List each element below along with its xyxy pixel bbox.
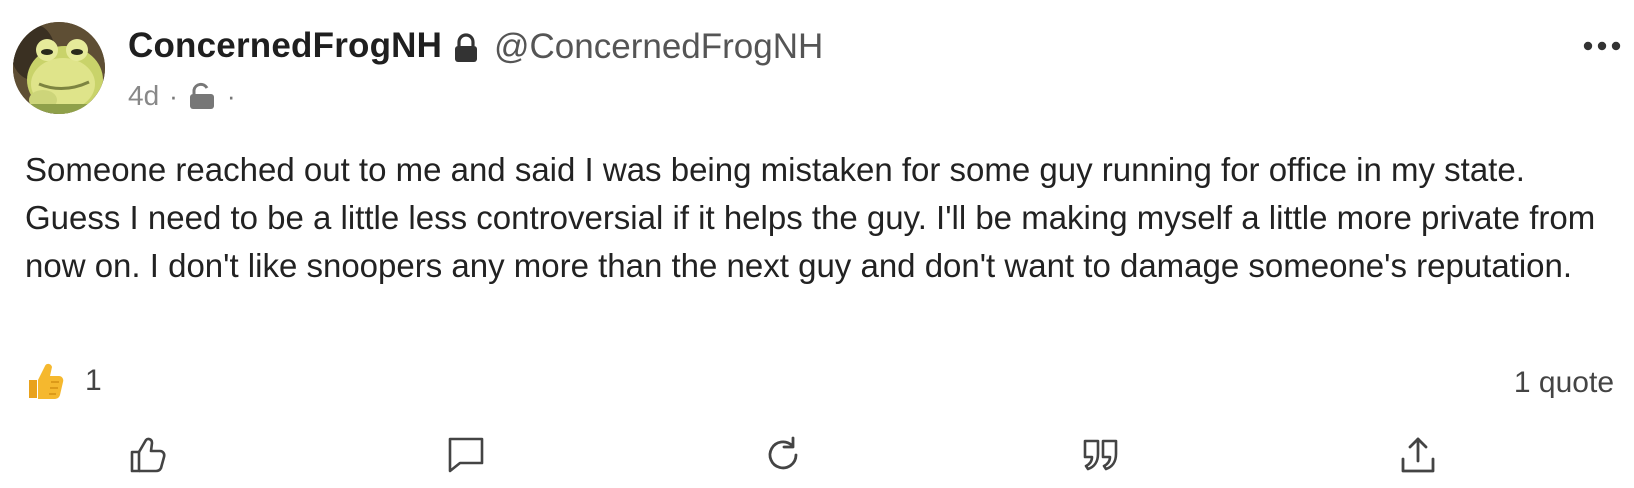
quote-icon — [1083, 439, 1118, 471]
share-button[interactable] — [1393, 430, 1443, 480]
post-card: ConcernedFrogNH @ConcernedFrogNH 4d · · … — [0, 0, 1634, 488]
author-display-name[interactable]: ConcernedFrogNH — [128, 26, 442, 66]
unlock-icon — [187, 81, 217, 111]
action-bar — [0, 430, 1634, 480]
comment-icon — [448, 437, 484, 473]
quote-button[interactable] — [1076, 430, 1126, 480]
meta-separator: · — [169, 80, 178, 111]
post-content: Someone reached out to me and said I was… — [25, 151, 1596, 284]
reaction-count: 1 — [85, 364, 102, 397]
meta-separator-trailing: · — [226, 80, 236, 111]
more-options-button[interactable] — [1580, 34, 1624, 58]
frog-avatar[interactable] — [13, 22, 105, 114]
repost-icon — [768, 436, 798, 470]
reaction-summary[interactable]: 1 — [25, 360, 102, 402]
reply-button[interactable] — [441, 430, 491, 480]
author-handle[interactable]: @ConcernedFrogNH — [494, 27, 823, 67]
lock-icon — [453, 33, 479, 63]
repost-button[interactable] — [758, 430, 808, 480]
thumbs-up-outline-icon — [130, 437, 166, 473]
more-horizontal-icon — [1583, 41, 1621, 51]
thumbs-up-emoji-icon — [25, 360, 65, 402]
like-button[interactable] — [123, 430, 173, 480]
post-age[interactable]: 4d — [128, 80, 159, 112]
post-meta: 4d · · — [128, 80, 245, 112]
quote-count[interactable]: 1 quote — [1514, 366, 1614, 400]
share-icon — [1401, 437, 1435, 473]
